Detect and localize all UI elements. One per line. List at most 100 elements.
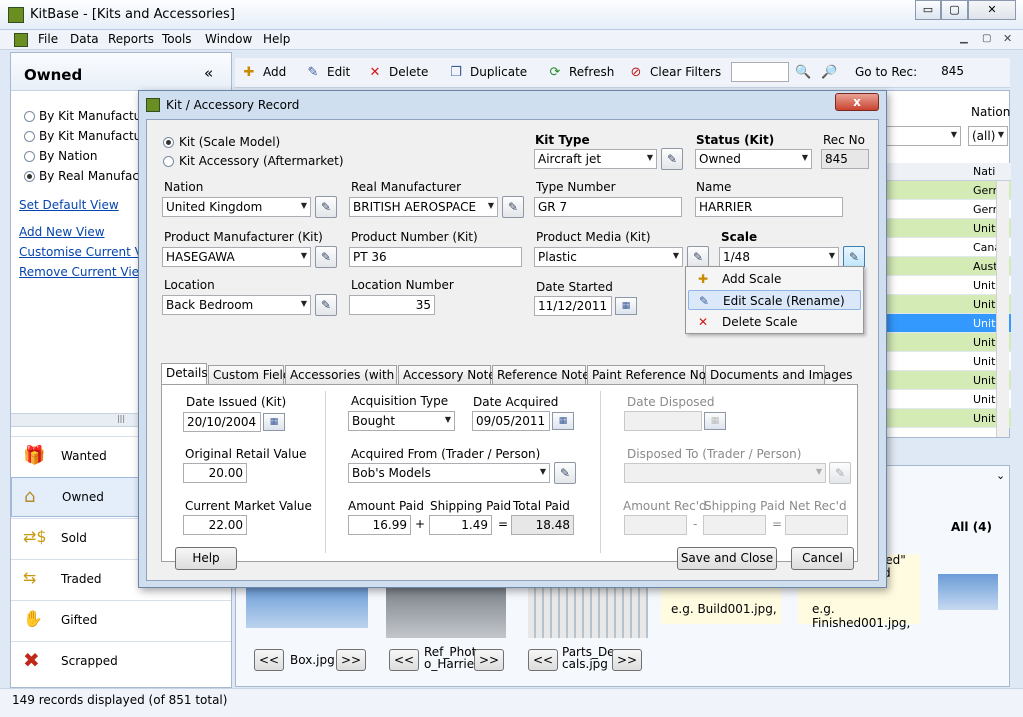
amount-paid-field[interactable]: 16.99 [348, 515, 411, 535]
next-image-button[interactable]: >> [612, 649, 642, 671]
save-and-close-button[interactable]: Save and Close [677, 547, 777, 570]
nation-filter-combo[interactable]: (all) [968, 126, 1008, 146]
shipping-paid-field[interactable]: 1.49 [429, 515, 492, 535]
next-image-button[interactable]: >> [474, 649, 504, 671]
product-manufacturer-combo[interactable]: HASEGAWA [162, 247, 311, 267]
kit-radio[interactable] [163, 137, 174, 148]
scale-combo[interactable]: 1/48 [719, 247, 839, 267]
grid-filter-combo[interactable] [886, 126, 961, 146]
view-radio-kit-manufacturer-2[interactable] [24, 131, 35, 142]
collapse-pane-button[interactable]: « [204, 64, 213, 82]
menu-window[interactable]: Window [205, 32, 252, 46]
reference-photo-image[interactable] [386, 586, 506, 638]
tab-paint-reference-notes[interactable]: Paint Reference Notes [587, 365, 724, 384]
remove-view-link[interactable]: Remove Current View [19, 265, 149, 279]
table-row[interactable]: Gern [886, 181, 1011, 200]
edit-product-media-button[interactable]: ✎ [687, 246, 709, 268]
location-number-field[interactable]: 35 [349, 295, 435, 315]
edit-kit-type-button[interactable]: ✎ [661, 148, 683, 170]
nav-scrapped[interactable]: ✖ Scrapped [11, 641, 231, 681]
mdi-restore-button[interactable]: ▢ [982, 33, 991, 44]
grid-scrollbar[interactable] [996, 181, 1009, 437]
tab-accessory-notes[interactable]: Accessory Notes [398, 365, 502, 384]
status-combo[interactable]: Owned [695, 149, 812, 169]
edit-scale-button[interactable]: ✎ [843, 246, 865, 268]
edit-nation-button[interactable]: ✎ [315, 196, 337, 218]
duplicate-button[interactable]: Duplicate [470, 65, 527, 79]
location-combo[interactable]: Back Bedroom [162, 295, 311, 315]
tab-details[interactable]: Details [161, 363, 208, 384]
close-button[interactable]: ✕ [968, 0, 1016, 20]
acquisition-type-combo[interactable]: Bought [348, 411, 455, 431]
refresh-button[interactable]: Refresh [569, 65, 614, 79]
kit-type-combo[interactable]: Aircraft jet [534, 149, 657, 169]
table-row[interactable]: Unite [886, 390, 1011, 409]
find-next-icon[interactable]: 🔎 [821, 65, 837, 81]
tab-reference-notes[interactable]: Reference Notes [492, 365, 596, 384]
set-default-view-link[interactable]: Set Default View [19, 198, 119, 212]
help-button[interactable]: Help [175, 547, 237, 570]
delete-button[interactable]: Delete [389, 65, 428, 79]
dialog-close-button[interactable]: x [835, 93, 879, 111]
view-radio-nation[interactable] [24, 151, 35, 162]
next-image-button[interactable]: >> [336, 649, 366, 671]
tab-documents-images[interactable]: Documents and Images [705, 365, 852, 384]
type-number-field[interactable]: GR 7 [534, 197, 682, 217]
date-acquired-field[interactable]: 09/05/2011 [472, 411, 550, 431]
menu-tools[interactable]: Tools [162, 32, 192, 46]
nation-column[interactable]: Nati [973, 165, 995, 178]
customise-view-link[interactable]: Customise Current View [19, 245, 139, 259]
tab-accessories[interactable]: Accessories (with Kit) [285, 365, 419, 384]
add-new-view-link[interactable]: Add New View [19, 225, 105, 239]
table-row[interactable]: Unite [886, 352, 1011, 371]
prev-image-button[interactable]: << [254, 649, 284, 671]
table-row[interactable]: Unite [886, 219, 1011, 238]
acquired-from-combo[interactable]: Bob's Models [348, 463, 550, 483]
tab-custom-fields[interactable]: Custom Fields [208, 365, 297, 384]
goto-input[interactable]: 845 [919, 62, 967, 82]
table-row[interactable]: Cana [886, 238, 1011, 257]
real-manufacturer-combo[interactable]: BRITISH AEROSPACE [349, 197, 498, 217]
edit-button[interactable]: Edit [327, 65, 350, 79]
maximize-button[interactable]: ▢ [941, 0, 968, 20]
decals-image[interactable] [528, 586, 648, 638]
nation-combo[interactable]: United Kingdom [162, 197, 311, 217]
table-row[interactable]: Gern [886, 200, 1011, 219]
table-row[interactable]: Unite [886, 371, 1011, 390]
mdi-minimize-button[interactable]: ▁ [960, 33, 968, 44]
table-row[interactable]: Unite [886, 314, 1011, 333]
find-icon[interactable]: 🔍 [795, 65, 811, 81]
menu-data[interactable]: Data [70, 32, 99, 46]
retail-value-field[interactable]: 20.00 [183, 463, 247, 483]
table-row[interactable]: Unite [886, 409, 1011, 428]
product-media-combo[interactable]: Plastic [534, 247, 683, 267]
add-button[interactable]: Add [263, 65, 286, 79]
menu-file[interactable]: File [38, 32, 58, 46]
product-number-field[interactable]: PT 36 [349, 247, 522, 267]
edit-acquired-from-button[interactable]: ✎ [554, 462, 576, 484]
table-row[interactable]: Aust [886, 257, 1011, 276]
all-thumbnail[interactable] [938, 574, 998, 610]
mdi-close-button[interactable]: ✕ [1003, 32, 1012, 45]
edit-real-manufacturer-button[interactable]: ✎ [502, 196, 524, 218]
edit-scale-menu-item[interactable]: ✎ Edit Scale (Rename) [688, 290, 861, 310]
calendar-icon[interactable]: ▦ [263, 413, 285, 431]
nav-gifted[interactable]: ✋ Gifted [11, 600, 231, 640]
view-radio-kit-manufacturer[interactable] [24, 111, 35, 122]
date-started-field[interactable]: 11/12/2011 [534, 296, 612, 316]
table-row[interactable]: Unite [886, 276, 1011, 295]
edit-product-manufacturer-button[interactable]: ✎ [315, 246, 337, 268]
box-image[interactable] [246, 586, 368, 628]
child-window-icon[interactable] [14, 33, 28, 47]
view-radio-real-manufacturer[interactable] [24, 171, 35, 182]
expand-icon[interactable]: ⌄ [996, 469, 1005, 482]
cancel-button[interactable]: Cancel [791, 547, 854, 570]
prev-image-button[interactable]: << [528, 649, 558, 671]
menu-reports[interactable]: Reports [108, 32, 154, 46]
clear-filters-button[interactable]: Clear Filters [650, 65, 721, 79]
date-issued-field[interactable]: 20/10/2004 [183, 412, 261, 432]
delete-scale-menu-item[interactable]: ✕ Delete Scale [688, 312, 861, 332]
table-row[interactable]: Unite [886, 333, 1011, 352]
calendar-icon[interactable]: ▦ [615, 297, 637, 315]
name-field[interactable]: HARRIER [695, 197, 843, 217]
